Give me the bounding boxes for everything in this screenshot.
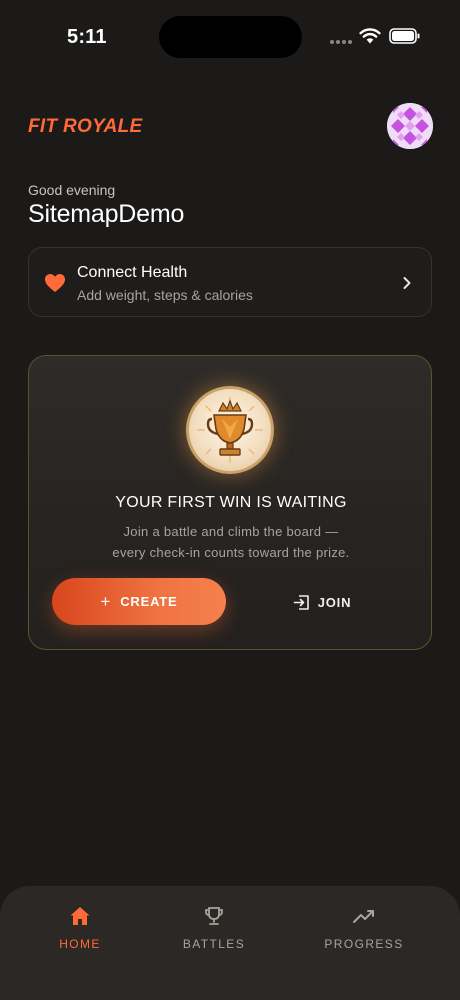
first-win-card: YOUR FIRST WIN IS WAITING Join a battle … xyxy=(28,355,432,650)
battery-icon xyxy=(389,28,420,44)
chevron-right-icon xyxy=(403,277,411,289)
nav-tab-home[interactable]: HOME xyxy=(20,904,140,951)
status-bar: 5:11 xyxy=(0,0,460,76)
avatar-pattern-icon xyxy=(387,103,433,149)
battle-card-description: Join a battle and climb the board — ever… xyxy=(69,521,393,563)
health-card-subtitle: Add weight, steps & calories xyxy=(77,287,253,303)
nav-tab-battles[interactable]: BATTLES xyxy=(154,904,274,951)
join-battle-button[interactable]: JOIN xyxy=(265,584,379,620)
greeting-text: Good evening xyxy=(28,182,116,198)
trophy-icon xyxy=(205,907,223,925)
wifi-icon xyxy=(359,28,381,44)
battle-description-line-1: Join a battle and climb the board — xyxy=(123,524,339,539)
connect-health-card[interactable]: Connect Health Add weight, steps & calor… xyxy=(28,247,432,317)
create-button-label: CREATE xyxy=(120,594,178,609)
battle-card-title: YOUR FIRST WIN IS WAITING xyxy=(115,494,347,511)
battle-description-line-2: every check-in counts toward the prize. xyxy=(112,545,350,560)
join-button-label: JOIN xyxy=(317,594,352,610)
nav-label-battles: BATTLES xyxy=(182,937,246,951)
cellular-signal-icon xyxy=(330,40,352,44)
avatar[interactable] xyxy=(387,103,433,149)
home-icon xyxy=(70,907,90,925)
nav-tab-progress[interactable]: PROGRESS xyxy=(304,904,424,951)
nav-label-progress: PROGRESS xyxy=(324,937,404,951)
nav-label-home: HOME xyxy=(59,937,101,951)
username-heading: SitemapDemo xyxy=(28,200,185,228)
heart-icon xyxy=(45,274,65,292)
plus-icon: + xyxy=(100,592,112,611)
bottom-nav: HOME BATTLES PROGRESS xyxy=(0,886,460,1000)
dynamic-island xyxy=(159,16,302,58)
trophy-badge-icon xyxy=(186,386,274,474)
brand-logo: FIT ROYALE xyxy=(28,116,143,137)
trend-icon xyxy=(353,910,374,923)
join-icon xyxy=(293,594,309,610)
status-time: 5:11 xyxy=(67,26,107,48)
health-card-title: Connect Health xyxy=(77,264,188,281)
create-battle-button[interactable]: + CREATE xyxy=(52,578,226,625)
trophy-illustration-icon xyxy=(197,397,263,463)
